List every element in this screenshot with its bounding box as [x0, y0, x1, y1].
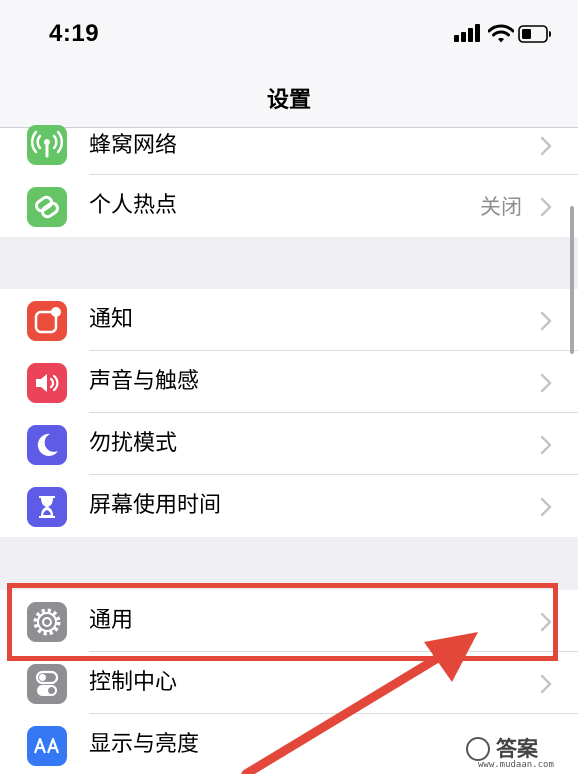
speaker-icon — [27, 363, 67, 403]
settings-row-label: 屏幕使用时间 — [89, 493, 222, 518]
hotspot-link-icon — [27, 187, 67, 227]
settings-row-sounds[interactable]: 声音与触感 — [0, 351, 578, 413]
chevron-right-icon — [540, 311, 552, 331]
watermark-logo-icon — [466, 737, 490, 761]
watermark-url: www.mudaan.com — [478, 760, 554, 770]
cellular-antenna-icon — [27, 125, 67, 165]
settings-row-label: 勿扰模式 — [89, 431, 178, 456]
settings-row-label: 个人热点 — [89, 193, 178, 218]
navigation-bar: 设置 — [0, 70, 578, 128]
display-aa-icon — [27, 726, 67, 766]
settings-row-cellular[interactable]: 蜂窝网络 — [0, 125, 578, 175]
chevron-right-icon — [540, 435, 552, 455]
chevron-right-icon — [540, 674, 552, 694]
settings-row-label: 声音与触感 — [89, 369, 200, 394]
chevron-right-icon — [540, 136, 552, 156]
toggles-icon — [27, 664, 67, 704]
watermark-text: 答案 — [496, 737, 538, 761]
hotspot-status-value: 关闭 — [480, 195, 522, 219]
settings-row-control-center[interactable]: 控制中心 — [0, 652, 578, 714]
settings-group-network: 蜂窝网络 个人热点 关闭 — [0, 125, 578, 237]
watermark: 答案 www.mudaan.com — [466, 733, 566, 771]
settings-group-alerts: 通知 声音与触感 勿扰模式 屏幕使用时间 — [0, 289, 578, 537]
cellular-signal-icon — [454, 24, 482, 44]
moon-icon — [27, 425, 67, 465]
settings-row-label: 控制中心 — [89, 670, 178, 695]
settings-row-label: 蜂窝网络 — [89, 133, 178, 158]
battery-icon — [518, 25, 551, 43]
hourglass-icon — [27, 487, 67, 527]
status-bar: 4:19 — [0, 0, 578, 70]
settings-row-label: 通知 — [89, 307, 134, 332]
status-time: 4:19 — [49, 20, 100, 47]
page-title: 设置 — [266, 88, 311, 113]
highlight-box — [7, 583, 558, 661]
wifi-icon — [488, 24, 514, 43]
settings-row-notifications[interactable]: 通知 — [0, 289, 578, 351]
chevron-right-icon — [540, 497, 552, 517]
chevron-right-icon — [540, 373, 552, 393]
settings-row-label: 显示与亮度 — [89, 732, 200, 757]
scroll-indicator[interactable] — [570, 206, 574, 354]
chevron-right-icon — [540, 197, 552, 217]
settings-row-personal-hotspot[interactable]: 个人热点 关闭 — [0, 175, 578, 237]
notifications-icon — [27, 301, 67, 341]
settings-row-screen-time[interactable]: 屏幕使用时间 — [0, 475, 578, 537]
settings-row-do-not-disturb[interactable]: 勿扰模式 — [0, 413, 578, 475]
